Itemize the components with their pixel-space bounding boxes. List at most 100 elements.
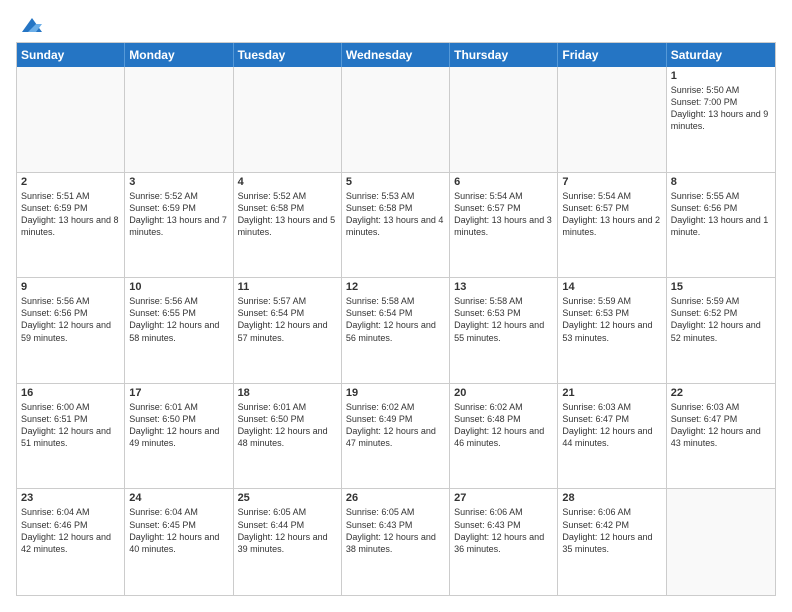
calendar-cell: 27 Sunrise: 6:06 AM Sunset: 6:43 PM Dayli… xyxy=(450,489,558,595)
calendar-cell: 12Sunrise: 5:58 AM Sunset: 6:54 PM Dayli… xyxy=(342,278,450,383)
cell-info: Sunrise: 5:56 AM Sunset: 6:56 PM Dayligh… xyxy=(21,295,120,344)
cell-info: Sunrise: 5:58 AM Sunset: 6:53 PM Dayligh… xyxy=(454,295,553,344)
calendar-cell: 28 Sunrise: 6:06 AM Sunset: 6:42 PM Dayli… xyxy=(558,489,666,595)
cell-info: Sunrise: 6:04 AM Sunset: 6:46 PM Dayligh… xyxy=(21,506,120,555)
date-number: 25 xyxy=(238,492,337,504)
date-number: 12 xyxy=(346,281,445,293)
cell-info: Sunrise: 5:55 AM Sunset: 6:56 PM Dayligh… xyxy=(671,190,771,239)
date-number: 2 xyxy=(21,176,120,188)
date-number: 7 xyxy=(562,176,661,188)
calendar-cell xyxy=(342,67,450,172)
date-number: 19 xyxy=(346,387,445,399)
cell-info: Sunrise: 5:57 AM Sunset: 6:54 PM Dayligh… xyxy=(238,295,337,344)
date-number: 8 xyxy=(671,176,771,188)
date-number: 21 xyxy=(562,387,661,399)
calendar-cell xyxy=(234,67,342,172)
cell-info: Sunrise: 5:53 AM Sunset: 6:58 PM Dayligh… xyxy=(346,190,445,239)
cell-info: Sunrise: 5:54 AM Sunset: 6:57 PM Dayligh… xyxy=(454,190,553,239)
calendar-cell: 9 Sunrise: 5:56 AM Sunset: 6:56 PM Daylig… xyxy=(17,278,125,383)
cell-info: Sunrise: 5:56 AM Sunset: 6:55 PM Dayligh… xyxy=(129,295,228,344)
calendar-cell xyxy=(17,67,125,172)
cell-info: Sunrise: 5:54 AM Sunset: 6:57 PM Dayligh… xyxy=(562,190,661,239)
date-number: 3 xyxy=(129,176,228,188)
date-number: 16 xyxy=(21,387,120,399)
date-number: 13 xyxy=(454,281,553,293)
date-number: 11 xyxy=(238,281,337,293)
date-number: 27 xyxy=(454,492,553,504)
cell-info: Sunrise: 6:04 AM Sunset: 6:45 PM Dayligh… xyxy=(129,506,228,555)
calendar-header: SundayMondayTuesdayWednesdayThursdayFrid… xyxy=(17,43,775,67)
week-row-0: 1 Sunrise: 5:50 AM Sunset: 7:00 PM Daylig… xyxy=(17,67,775,173)
date-number: 26 xyxy=(346,492,445,504)
day-header-wednesday: Wednesday xyxy=(342,43,450,67)
cell-info: Sunrise: 6:05 AM Sunset: 6:44 PM Dayligh… xyxy=(238,506,337,555)
day-header-sunday: Sunday xyxy=(17,43,125,67)
calendar-cell: 8 Sunrise: 5:55 AM Sunset: 6:56 PM Daylig… xyxy=(667,173,775,278)
calendar-cell: 17 Sunrise: 6:01 AM Sunset: 6:50 PM Dayli… xyxy=(125,384,233,489)
calendar-body: 1 Sunrise: 5:50 AM Sunset: 7:00 PM Daylig… xyxy=(17,67,775,595)
calendar-cell: 14Sunrise: 5:59 AM Sunset: 6:53 PM Dayli… xyxy=(558,278,666,383)
date-number: 9 xyxy=(21,281,120,293)
date-number: 5 xyxy=(346,176,445,188)
calendar-cell: 6 Sunrise: 5:54 AM Sunset: 6:57 PM Daylig… xyxy=(450,173,558,278)
week-row-1: 2 Sunrise: 5:51 AM Sunset: 6:59 PM Daylig… xyxy=(17,173,775,279)
calendar-cell: 15 Sunrise: 5:59 AM Sunset: 6:52 PM Dayli… xyxy=(667,278,775,383)
date-number: 20 xyxy=(454,387,553,399)
calendar-cell: 10 Sunrise: 5:56 AM Sunset: 6:55 PM Dayli… xyxy=(125,278,233,383)
calendar: SundayMondayTuesdayWednesdayThursdayFrid… xyxy=(16,42,776,596)
cell-info: Sunrise: 6:02 AM Sunset: 6:48 PM Dayligh… xyxy=(454,401,553,450)
logo xyxy=(16,16,46,32)
day-header-thursday: Thursday xyxy=(450,43,558,67)
calendar-cell xyxy=(450,67,558,172)
cell-info: Sunrise: 5:59 AM Sunset: 6:53 PM Dayligh… xyxy=(562,295,661,344)
cell-info: Sunrise: 6:06 AM Sunset: 6:42 PM Dayligh… xyxy=(562,506,661,555)
day-header-monday: Monday xyxy=(125,43,233,67)
week-row-2: 9 Sunrise: 5:56 AM Sunset: 6:56 PM Daylig… xyxy=(17,278,775,384)
calendar-cell: 11 Sunrise: 5:57 AM Sunset: 6:54 PM Dayli… xyxy=(234,278,342,383)
day-header-tuesday: Tuesday xyxy=(234,43,342,67)
calendar-cell: 19 Sunrise: 6:02 AM Sunset: 6:49 PM Dayli… xyxy=(342,384,450,489)
cell-info: Sunrise: 6:00 AM Sunset: 6:51 PM Dayligh… xyxy=(21,401,120,450)
date-number: 23 xyxy=(21,492,120,504)
cell-info: Sunrise: 6:05 AM Sunset: 6:43 PM Dayligh… xyxy=(346,506,445,555)
logo-icon xyxy=(18,16,46,36)
cell-info: Sunrise: 6:01 AM Sunset: 6:50 PM Dayligh… xyxy=(129,401,228,450)
calendar-cell: 1 Sunrise: 5:50 AM Sunset: 7:00 PM Daylig… xyxy=(667,67,775,172)
cell-info: Sunrise: 5:52 AM Sunset: 6:58 PM Dayligh… xyxy=(238,190,337,239)
cell-info: Sunrise: 6:02 AM Sunset: 6:49 PM Dayligh… xyxy=(346,401,445,450)
calendar-cell: 20 Sunrise: 6:02 AM Sunset: 6:48 PM Dayli… xyxy=(450,384,558,489)
calendar-cell: 5 Sunrise: 5:53 AM Sunset: 6:58 PM Daylig… xyxy=(342,173,450,278)
cell-info: Sunrise: 6:01 AM Sunset: 6:50 PM Dayligh… xyxy=(238,401,337,450)
week-row-4: 23 Sunrise: 6:04 AM Sunset: 6:46 PM Dayli… xyxy=(17,489,775,595)
calendar-cell: 2 Sunrise: 5:51 AM Sunset: 6:59 PM Daylig… xyxy=(17,173,125,278)
calendar-cell: 18 Sunrise: 6:01 AM Sunset: 6:50 PM Dayli… xyxy=(234,384,342,489)
date-number: 17 xyxy=(129,387,228,399)
date-number: 6 xyxy=(454,176,553,188)
day-header-friday: Friday xyxy=(558,43,666,67)
calendar-cell: 13 Sunrise: 5:58 AM Sunset: 6:53 PM Dayli… xyxy=(450,278,558,383)
calendar-cell: 16 Sunrise: 6:00 AM Sunset: 6:51 PM Dayli… xyxy=(17,384,125,489)
calendar-cell: 21Sunrise: 6:03 AM Sunset: 6:47 PM Dayli… xyxy=(558,384,666,489)
calendar-cell xyxy=(667,489,775,595)
cell-info: Sunrise: 6:03 AM Sunset: 6:47 PM Dayligh… xyxy=(671,401,771,450)
cell-info: Sunrise: 5:59 AM Sunset: 6:52 PM Dayligh… xyxy=(671,295,771,344)
calendar-cell: 25 Sunrise: 6:05 AM Sunset: 6:44 PM Dayli… xyxy=(234,489,342,595)
date-number: 22 xyxy=(671,387,771,399)
date-number: 28 xyxy=(562,492,661,504)
date-number: 15 xyxy=(671,281,771,293)
date-number: 10 xyxy=(129,281,228,293)
calendar-cell: 24Sunrise: 6:04 AM Sunset: 6:45 PM Dayli… xyxy=(125,489,233,595)
cell-info: Sunrise: 6:06 AM Sunset: 6:43 PM Dayligh… xyxy=(454,506,553,555)
calendar-cell: 22 Sunrise: 6:03 AM Sunset: 6:47 PM Dayli… xyxy=(667,384,775,489)
calendar-cell: 4 Sunrise: 5:52 AM Sunset: 6:58 PM Daylig… xyxy=(234,173,342,278)
date-number: 1 xyxy=(671,70,771,82)
cell-info: Sunrise: 5:50 AM Sunset: 7:00 PM Dayligh… xyxy=(671,84,771,133)
calendar-cell xyxy=(558,67,666,172)
cell-info: Sunrise: 5:52 AM Sunset: 6:59 PM Dayligh… xyxy=(129,190,228,239)
calendar-cell: 3 Sunrise: 5:52 AM Sunset: 6:59 PM Daylig… xyxy=(125,173,233,278)
calendar-cell: 23 Sunrise: 6:04 AM Sunset: 6:46 PM Dayli… xyxy=(17,489,125,595)
week-row-3: 16 Sunrise: 6:00 AM Sunset: 6:51 PM Dayli… xyxy=(17,384,775,490)
date-number: 4 xyxy=(238,176,337,188)
cell-info: Sunrise: 5:51 AM Sunset: 6:59 PM Dayligh… xyxy=(21,190,120,239)
date-number: 18 xyxy=(238,387,337,399)
